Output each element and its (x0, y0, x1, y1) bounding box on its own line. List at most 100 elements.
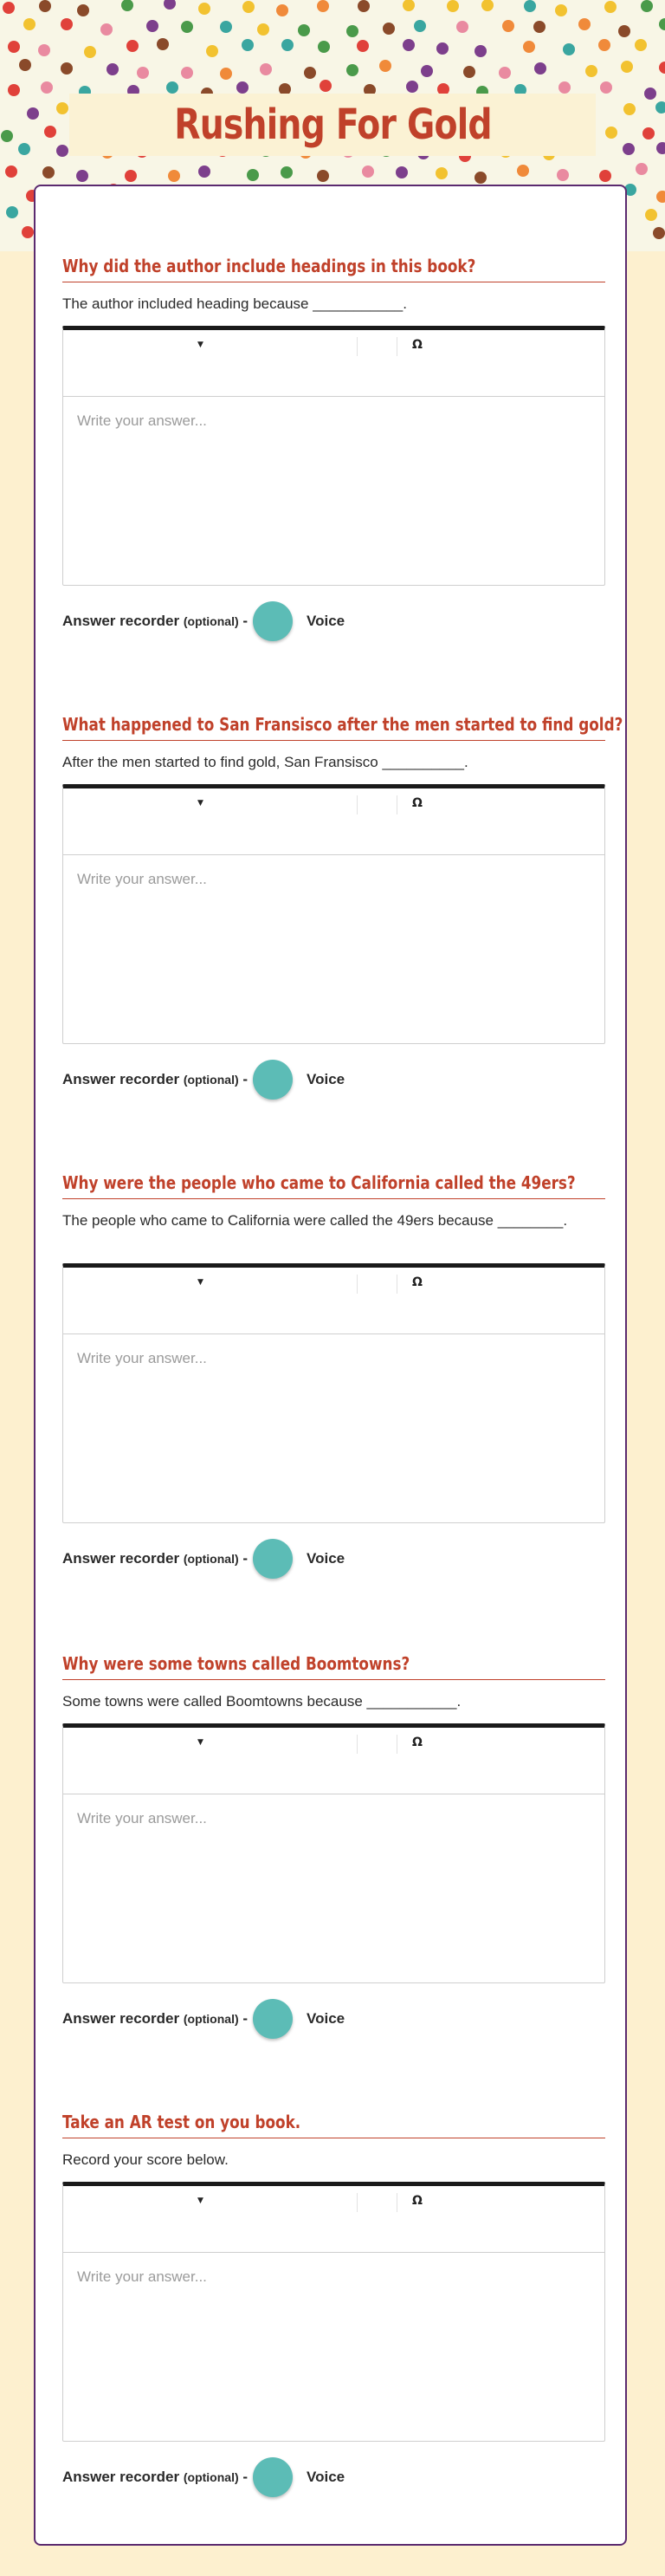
divider (62, 1198, 605, 1199)
caret-down-icon[interactable]: ▼ (197, 341, 203, 349)
record-button[interactable] (253, 601, 294, 641)
question-prompt: Some towns were called Boomtowns because… (62, 1693, 462, 1710)
confetti-dot (658, 18, 665, 31)
confetti-dot (644, 209, 657, 222)
confetti-dot (124, 169, 137, 182)
divider (62, 1679, 605, 1680)
record-button[interactable] (253, 1999, 294, 2039)
omega-icon[interactable]: Ω (412, 1736, 423, 1749)
confetti-dot (523, 41, 536, 54)
confetti-dot (5, 165, 18, 178)
question-block: Why were some towns called Boomtowns? So… (62, 1651, 605, 2039)
confetti-dot (402, 38, 415, 51)
answer-textarea[interactable]: Write your answer... (63, 2253, 604, 2441)
record-button[interactable] (253, 1539, 294, 1579)
toolbar-separator (357, 337, 358, 356)
confetti-dot (405, 81, 418, 94)
record-button[interactable] (253, 1060, 294, 1100)
question-title: Why were the people who came to Californ… (62, 1172, 576, 1193)
voice-label: Voice (307, 2469, 345, 2485)
confetti-dot (8, 84, 21, 97)
confetti-dot (621, 60, 634, 73)
confetti-dot (19, 59, 32, 72)
record-button[interactable] (253, 2457, 294, 2497)
confetti-dot (126, 39, 139, 52)
confetti-dot (656, 191, 665, 204)
omega-icon[interactable]: Ω (412, 2194, 423, 2208)
confetti-dot (533, 20, 546, 33)
page-title: Rushing For Gold (173, 101, 492, 149)
confetti-dot (157, 38, 170, 51)
recorder-label: Answer recorder (optional) - (62, 613, 249, 629)
confetti-dot (39, 0, 52, 13)
confetti-dot (198, 2, 211, 15)
answer-textarea[interactable]: Write your answer... (63, 1334, 604, 1522)
confetti-dot (55, 144, 68, 157)
recorder-label: Answer recorder (optional) - (62, 1550, 249, 1567)
confetti-dot (396, 166, 409, 179)
editor-toolbar: ▼ Ω (63, 788, 604, 855)
voice-label: Voice (307, 2010, 345, 2027)
question-block: Why did the author include headings in t… (62, 254, 605, 641)
confetti-dot (318, 40, 331, 53)
confetti-dot (641, 0, 654, 13)
answer-editor: ▼ Ω Write your answer... (62, 784, 605, 1044)
confetti-dot (316, 0, 329, 13)
confetti-dot (100, 23, 113, 36)
confetti-dot (120, 0, 133, 11)
confetti-dot (604, 0, 617, 13)
omega-icon[interactable]: Ω (412, 796, 423, 810)
caret-down-icon[interactable]: ▼ (197, 1738, 203, 1747)
confetti-dot (502, 19, 515, 32)
confetti-dot (635, 163, 648, 176)
toolbar-separator (357, 1275, 358, 1294)
confetti-dot (77, 3, 90, 16)
caret-down-icon[interactable]: ▼ (197, 1278, 203, 1287)
confetti-dot (167, 169, 180, 182)
confetti-dot (475, 171, 487, 184)
confetti-dot (356, 39, 369, 52)
confetti-dot (558, 81, 571, 94)
caret-down-icon[interactable]: ▼ (197, 2196, 203, 2205)
confetti-dot (655, 101, 665, 114)
question-block: Why were the people who came to Californ… (62, 1171, 605, 1579)
confetti-dot (317, 169, 330, 182)
confetti-dot (297, 23, 310, 36)
confetti-dot (517, 165, 530, 178)
omega-icon[interactable]: Ω (412, 1275, 423, 1289)
confetti-dot (42, 166, 55, 179)
answer-textarea[interactable]: Write your answer... (63, 397, 604, 585)
confetti-dot (41, 81, 54, 94)
confetti-dot (345, 25, 358, 38)
omega-icon[interactable]: Ω (412, 338, 423, 352)
confetti-dot (523, 0, 536, 12)
answer-editor: ▼ Ω Write your answer... (62, 2182, 605, 2442)
caret-down-icon[interactable]: ▼ (197, 799, 203, 808)
confetti-dot (659, 62, 665, 75)
confetti-dot (462, 65, 475, 78)
toolbar-separator (357, 1735, 358, 1754)
confetti-dot (584, 64, 597, 77)
voice-label: Voice (307, 1550, 345, 1567)
confetti-dot (259, 62, 272, 75)
confetti-dot (165, 81, 178, 94)
answer-recorder: Answer recorder (optional) - Voice (62, 601, 605, 641)
confetti-dot (280, 165, 293, 178)
confetti-dot (164, 0, 177, 10)
confetti-dot (345, 64, 358, 77)
question-title: What happened to San Fransisco after the… (62, 714, 623, 735)
question-prompt: The people who came to California were c… (62, 1212, 568, 1229)
confetti-dot (56, 102, 69, 115)
confetti-dot (275, 4, 288, 17)
confetti-dot (84, 45, 97, 58)
confetti-dot (242, 0, 255, 13)
confetti-dot (0, 129, 13, 142)
confetti-dot (246, 168, 259, 181)
answer-textarea[interactable]: Write your answer... (63, 855, 604, 1043)
title-band: Rushing For Gold (69, 94, 596, 156)
confetti-dot (220, 67, 233, 80)
answer-textarea[interactable]: Write your answer... (63, 1794, 604, 1982)
question-prompt: After the men started to find gold, San … (62, 754, 468, 770)
answer-editor: ▼ Ω Write your answer... (62, 1263, 605, 1523)
question-block: What happened to San Fransisco after the… (62, 712, 623, 1100)
